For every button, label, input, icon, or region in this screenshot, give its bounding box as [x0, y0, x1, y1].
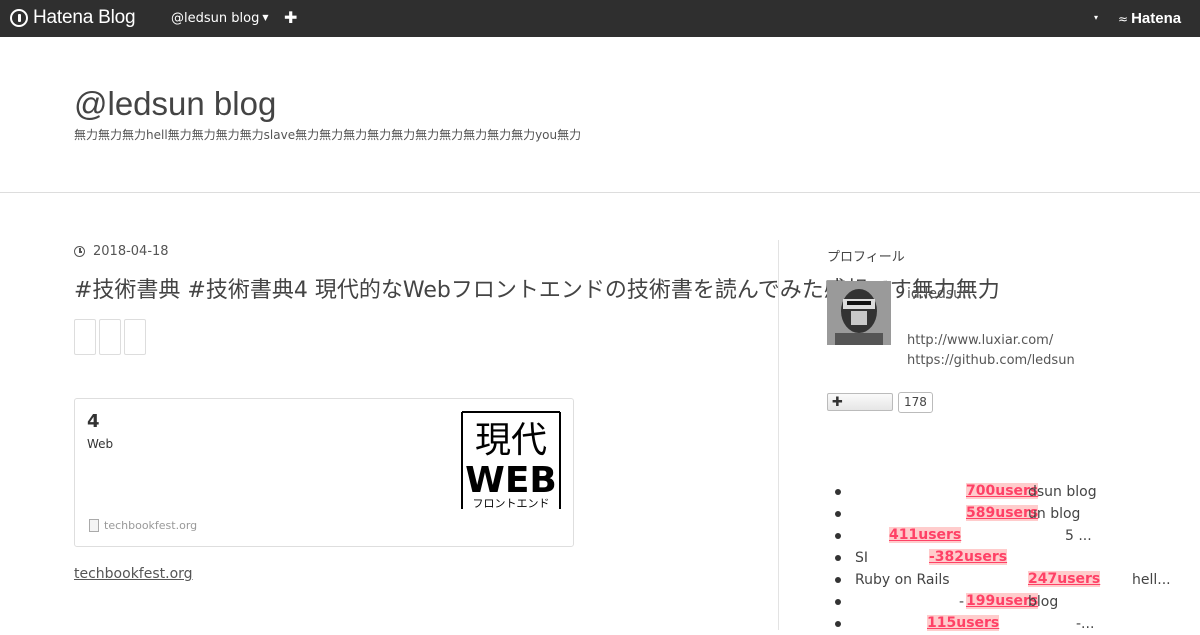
share-button[interactable] [74, 319, 96, 355]
clock-icon [74, 246, 85, 257]
thumb-text-3: フロントエンド [473, 497, 550, 510]
hatena-brand-link[interactable]: ≈ Hatena [1118, 10, 1181, 27]
popular-entries: 700users dsun blog 589users un blog 411u… [835, 481, 1175, 635]
hatena-brand-text: Hatena [1131, 10, 1182, 27]
blog-header: @ledsun blog 無力無力無力hell無力無力無力無力slave無力無力… [0, 37, 1200, 193]
follow-button[interactable]: ✚ [827, 393, 893, 411]
entry-date[interactable]: 2018-04-18 [74, 244, 169, 259]
entry-title-text[interactable]: 5 ... [1065, 528, 1092, 544]
plus-icon: ✚ [832, 394, 843, 410]
bookmark-count[interactable]: 247users [1028, 571, 1101, 587]
card-thumbnail[interactable]: 現代 WEB フロントエンド [461, 410, 561, 510]
add-icon[interactable]: ✚ [284, 8, 297, 27]
list-item[interactable]: - 199users blog [835, 591, 1175, 613]
list-item[interactable]: SI -382users [835, 547, 1175, 569]
entry-title-text[interactable]: SI [855, 550, 868, 566]
share-button[interactable] [124, 319, 146, 355]
share-buttons [74, 319, 146, 355]
profile-website-link[interactable]: http://www.luxiar.com/ [907, 333, 1053, 348]
card-title[interactable]: 4 [87, 411, 100, 432]
entry-date-text: 2018-04-18 [93, 244, 169, 259]
logo-text: Hatena Blog [33, 7, 136, 28]
blog-title[interactable]: @ledsun blog [74, 85, 276, 123]
document-icon [89, 519, 99, 532]
hatena-logo-icon [10, 9, 28, 27]
blog-menu-dropdown[interactable]: @ledsun blog ▼ [171, 11, 268, 26]
card-subtitle: Web [87, 437, 114, 451]
thumb-text-2: WEB [465, 460, 557, 501]
entry-title-text[interactable]: Ruby on Rails [855, 572, 950, 588]
chevron-down-icon: ▼ [262, 13, 269, 22]
blog-menu-label: @ledsun blog [171, 11, 260, 26]
thumb-text-1: 現代 [475, 420, 547, 461]
entry-title-text[interactable]: dsun blog [1028, 484, 1097, 500]
avatar[interactable] [827, 281, 891, 345]
embed-card[interactable]: 4 Web 現代 WEB フロントエンド techbookfest.org [74, 398, 574, 547]
bookmark-count[interactable]: 411users [889, 527, 962, 543]
user-menu-chevron-icon[interactable]: ▾ [1094, 13, 1098, 22]
profile-github-link[interactable]: https://github.com/ledsun [907, 353, 1075, 368]
sidebar-divider [778, 240, 779, 630]
source-link[interactable]: techbookfest.org [74, 566, 193, 582]
card-site-text: techbookfest.org [104, 519, 198, 532]
list-item[interactable]: 411users 5 ... [835, 525, 1175, 547]
entry-title-text[interactable]: hell... [1132, 572, 1171, 588]
card-site[interactable]: techbookfest.org [89, 519, 197, 532]
entry-title-text[interactable]: blog [1028, 594, 1058, 610]
entry-title-text[interactable]: un blog [1028, 506, 1080, 522]
entry-title-text[interactable]: - [959, 594, 964, 610]
follower-count[interactable]: 178 [898, 392, 933, 413]
list-item[interactable]: 115users -... [835, 613, 1175, 635]
bookmark-count[interactable]: 115users [927, 615, 1000, 631]
list-item[interactable]: 589users un blog [835, 503, 1175, 525]
profile-id[interactable]: id:ledsun [907, 286, 971, 302]
global-header: Hatena Blog @ledsun blog ▼ ✚ ▾ ≈ Hatena [0, 0, 1200, 37]
blog-description: 無力無力無力hell無力無力無力無力slave無力無力無力無力無力無力無力無力無… [74, 128, 582, 142]
hatena-wave-icon: ≈ [1118, 11, 1129, 26]
share-button[interactable] [99, 319, 121, 355]
list-item[interactable]: 700users dsun blog [835, 481, 1175, 503]
hatena-blog-logo[interactable]: Hatena Blog [10, 7, 136, 29]
profile-heading: プロフィール [827, 250, 905, 265]
list-item[interactable]: Ruby on Rails 247users hell... [835, 569, 1175, 591]
bookmark-count[interactable]: -382users [929, 549, 1008, 565]
